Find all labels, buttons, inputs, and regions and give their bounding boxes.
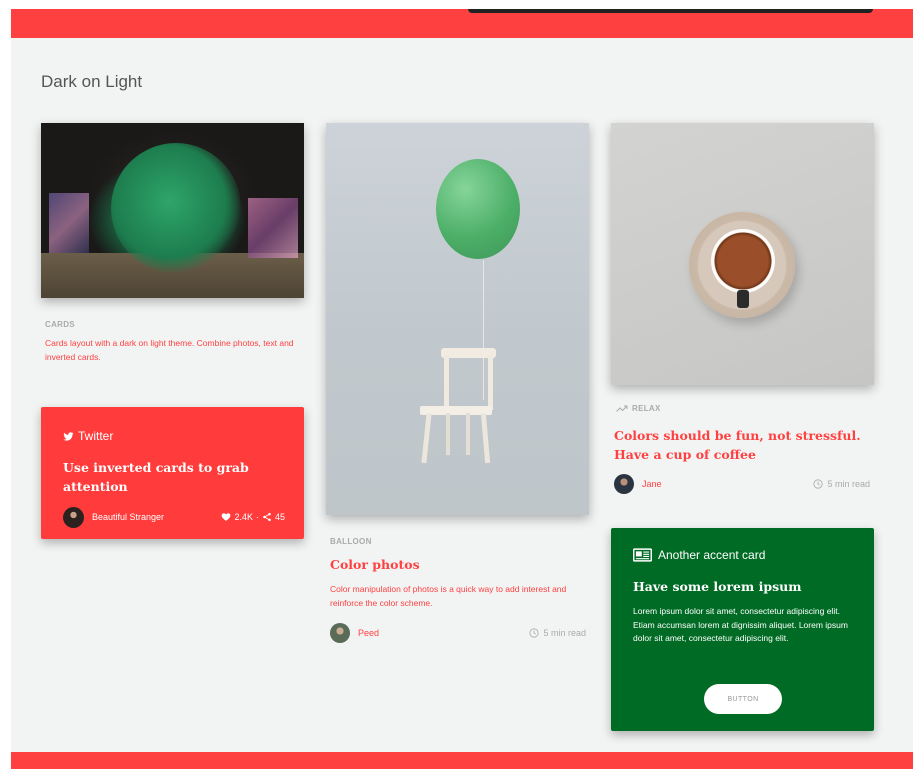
accent-card-button[interactable]: BUTTON: [704, 684, 782, 714]
coffee-cup: [711, 229, 775, 293]
bottom-accent-band: [11, 752, 913, 769]
card-description: Cards layout with a dark on light theme.…: [45, 338, 294, 362]
accent-card-title: Have some lorem ipsum: [633, 579, 802, 594]
avatar[interactable]: [63, 506, 84, 528]
section-title: Dark on Light: [41, 72, 143, 91]
read-time: 5 min read: [529, 628, 586, 638]
accent-card: Another accent card Have some lorem ipsu…: [611, 528, 874, 731]
share-icon[interactable]: [262, 512, 272, 522]
accent-card-body: Lorem ipsum dolor sit amet, consectetur …: [633, 606, 848, 643]
chair-post: [444, 355, 449, 410]
relax-category[interactable]: RELAX: [616, 404, 661, 413]
read-time-label: 5 min read: [543, 628, 586, 638]
likes-count: 2.4K: [234, 512, 253, 522]
trending-up-icon: [616, 405, 628, 412]
card-category[interactable]: CARDS: [45, 320, 75, 329]
clock-icon: [813, 479, 824, 489]
avatar[interactable]: [330, 623, 350, 643]
heart-icon[interactable]: [221, 512, 231, 522]
clock-icon: [529, 628, 540, 638]
balloon-category[interactable]: BALLOON: [330, 537, 372, 546]
relax-category-label: RELAX: [632, 404, 661, 413]
cup-handle: [737, 290, 749, 308]
chair-leg: [466, 413, 470, 455]
chair-leg: [480, 412, 491, 464]
green-smoke: [111, 143, 241, 273]
chair-post: [488, 355, 493, 410]
author-name[interactable]: Jane: [642, 479, 662, 489]
page-content: Dark on Light CARDS Cards layout with a …: [11, 38, 913, 752]
balloon-title[interactable]: Color photos: [330, 557, 420, 572]
twitter-label: Twitter: [78, 429, 114, 443]
twitter-card[interactable]: Twitter Use inverted cards to grab atten…: [41, 407, 304, 539]
coffee-cup-photo[interactable]: [611, 123, 874, 385]
twitter-card-footer: Beautiful Stranger 2.4K · 45: [63, 506, 285, 528]
accent-card-label: Another accent card: [658, 548, 766, 562]
author-name[interactable]: Beautiful Stranger: [92, 512, 164, 522]
relax-meta: Jane 5 min read: [614, 474, 870, 494]
shares-count: 45: [274, 512, 285, 522]
twitter-card-header: Twitter: [63, 429, 113, 443]
balloon-chair-photo[interactable]: [326, 123, 589, 515]
green-balloon: [436, 159, 520, 259]
social-stats: 2.4K · 45: [221, 512, 285, 522]
graffiti-right: [248, 198, 298, 258]
balloon-meta: Peed 5 min read: [330, 623, 586, 643]
author-name[interactable]: Peed: [358, 628, 379, 638]
accent-card-header: Another accent card: [633, 548, 765, 562]
read-time-label: 5 min read: [827, 479, 870, 489]
stats-separator: ·: [255, 512, 259, 522]
relax-title[interactable]: Colors should be fun, not stressful. Hav…: [614, 426, 879, 464]
graffiti-left: [49, 193, 89, 253]
smoke-tunnel-photo[interactable]: [41, 123, 304, 298]
twitter-card-title[interactable]: Use inverted cards to grab attention: [63, 458, 273, 496]
read-time: 5 min read: [813, 479, 870, 489]
chair-leg: [446, 413, 450, 455]
twitter-bird-icon: [63, 431, 74, 441]
balloon-string: [483, 260, 484, 400]
top-dark-bar: [468, 9, 873, 13]
chair-leg: [421, 412, 432, 464]
top-accent-band: [11, 9, 913, 38]
avatar[interactable]: [614, 474, 634, 494]
newspaper-icon: [633, 548, 652, 562]
balloon-description: Color manipulation of photos is a quick …: [330, 584, 567, 608]
